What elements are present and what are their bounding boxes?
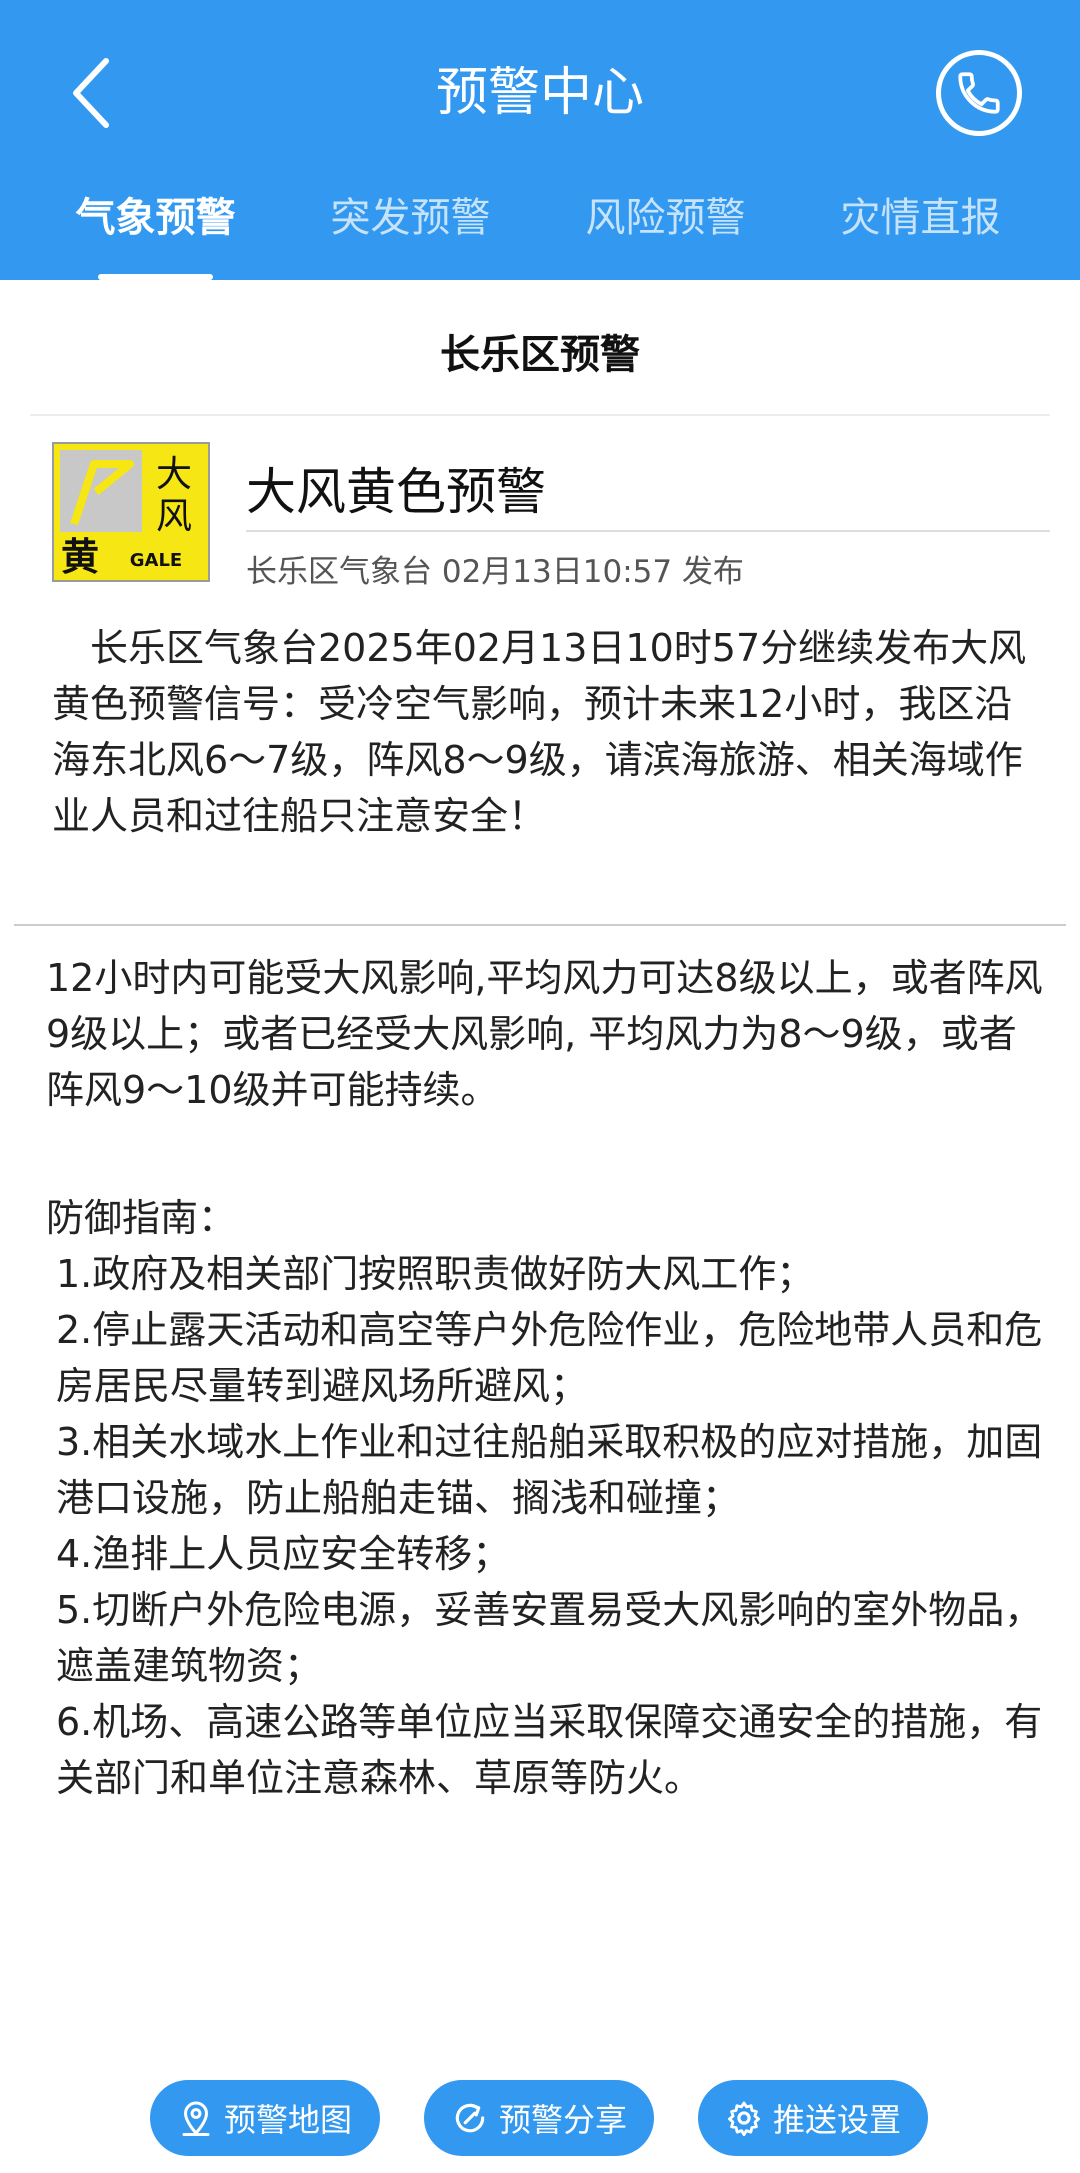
guide-item: 5.切断户外危险电源，妥善安置易受大风影响的室外物品，遮盖建筑物资； bbox=[56, 1588, 1043, 1688]
active-tab-indicator bbox=[98, 274, 213, 280]
warning-icon-code: GALE bbox=[130, 550, 182, 571]
app-header: 预警中心 气象预警 突发预警 风险预警 灾情直报 bbox=[0, 0, 1080, 280]
warning-content: 长乐区气象台2025年02月13日10时57分继续发布大风黄色预警信号：受冷空气… bbox=[52, 626, 1027, 838]
warning-source: 长乐区气象台 02月13日10:57 发布 bbox=[246, 554, 744, 590]
warning-standard: 12小时内可能受大风影响,平均风力可达8级以上，或者阵风9级以上；或者已经受大风… bbox=[46, 956, 1043, 1112]
guide-item: 2.停止露天活动和高空等户外危险作业，危险地带人员和危房居民尽量转到避风场所避风… bbox=[56, 1308, 1043, 1408]
warning-icon-char-mid: 风 bbox=[156, 496, 192, 537]
defense-guide: 防御指南： 1.政府及相关部门按照职责做好防大风工作； 2.停止露天活动和高空等… bbox=[46, 1190, 1046, 1806]
warning-share-label: 预警分享 bbox=[498, 2101, 627, 2139]
warning-map-label: 预警地图 bbox=[223, 2101, 352, 2139]
guide-item: 3.相关水域水上作业和过往船舶采取积极的应对措施，加固港口设施，防止船舶走锚、搁… bbox=[56, 1420, 1043, 1520]
phone-button[interactable] bbox=[936, 50, 1022, 136]
push-settings-button[interactable]: 推送设置 bbox=[698, 2080, 928, 2156]
share-icon bbox=[455, 2103, 485, 2133]
defense-guide-heading: 防御指南： bbox=[46, 1196, 237, 1240]
divider bbox=[246, 530, 1050, 532]
tab-risk-warning[interactable]: 风险预警 bbox=[538, 178, 793, 280]
tab-emergency-warning[interactable]: 突发预警 bbox=[283, 178, 538, 280]
warning-tabs: 气象预警 突发预警 风险预警 灾情直报 bbox=[0, 178, 1080, 280]
tab-label: 灾情直报 bbox=[840, 195, 1001, 241]
tab-label: 风险预警 bbox=[585, 195, 746, 241]
warning-icon-char-top: 大 bbox=[156, 454, 192, 495]
chevron-left-icon bbox=[73, 58, 109, 128]
warning-icon-level-char: 黄 bbox=[61, 535, 99, 579]
guide-item: 4.渔排上人员应安全转移； bbox=[56, 1532, 511, 1576]
tab-weather-warning[interactable]: 气象预警 bbox=[28, 178, 283, 280]
gear-icon bbox=[727, 2101, 760, 2137]
warning-map-button[interactable]: 预警地图 bbox=[150, 2080, 380, 2156]
push-settings-label: 推送设置 bbox=[772, 2101, 901, 2139]
divider bbox=[30, 414, 1050, 416]
divider bbox=[14, 924, 1066, 926]
tab-label: 突发预警 bbox=[330, 195, 491, 241]
tab-disaster-report[interactable]: 灾情直报 bbox=[793, 178, 1048, 280]
warning-share-button[interactable]: 预警分享 bbox=[424, 2080, 654, 2156]
warning-title: 大风黄色预警 bbox=[246, 463, 546, 521]
map-pin-icon bbox=[182, 2101, 210, 2136]
bottom-action-bar: 预警地图 预警分享 推送设置 bbox=[0, 2080, 1080, 2160]
tab-label: 气象预警 bbox=[75, 195, 236, 241]
region-title: 长乐区预警 bbox=[440, 332, 640, 378]
gale-yellow-warning-icon: 大 风 黄 GALE bbox=[52, 442, 210, 582]
guide-item: 1.政府及相关部门按照职责做好防大风工作； bbox=[56, 1252, 815, 1296]
page-title: 预警中心 bbox=[435, 63, 644, 123]
guide-item: 6.机场、高速公路等单位应当采取保障交通安全的措施，有关部门和单位注意森林、草原… bbox=[56, 1700, 1043, 1800]
back-button[interactable] bbox=[50, 48, 130, 138]
phone-icon bbox=[958, 72, 1000, 114]
